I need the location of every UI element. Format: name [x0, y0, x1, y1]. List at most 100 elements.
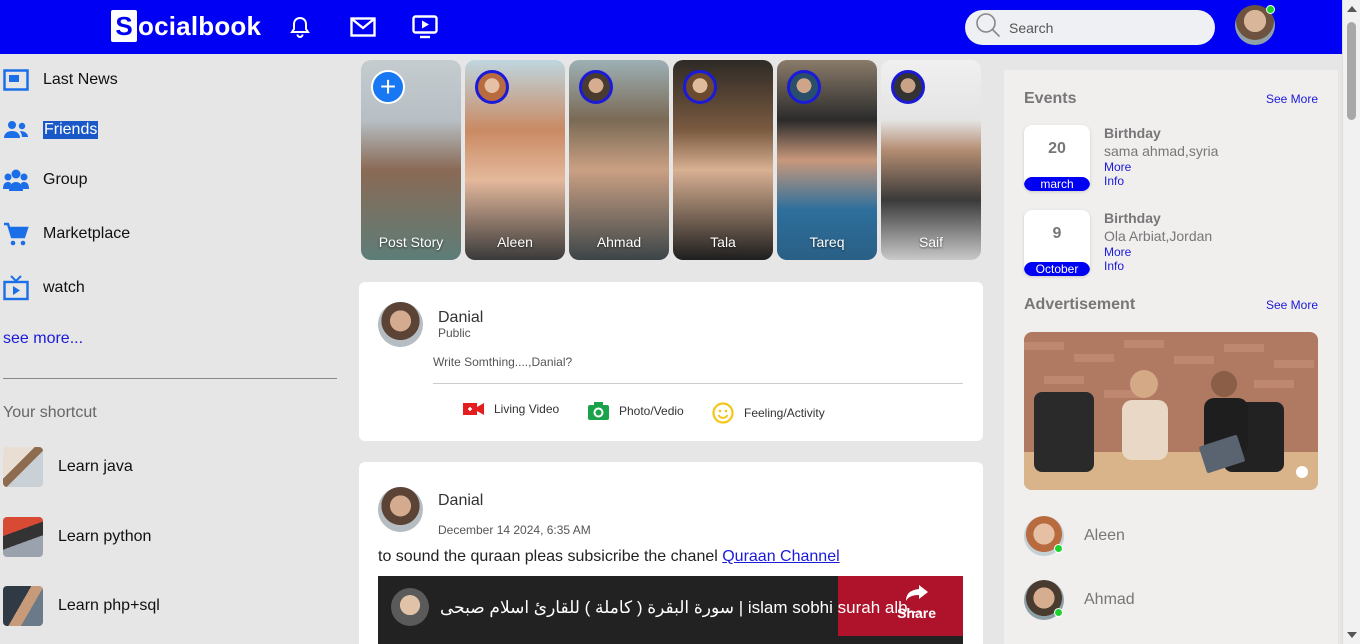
- event-more-info[interactable]: More Info: [1104, 245, 1131, 273]
- sidebar-item-label: Friends: [43, 121, 99, 139]
- story-name: Ahmad: [596, 234, 642, 250]
- sidebar-item-label: Last News: [43, 71, 118, 88]
- video-title[interactable]: سورة البقرة ( كاملة ) للقارئ اسلام صبحى …: [440, 598, 922, 618]
- story-card[interactable]: Saif: [881, 60, 981, 260]
- online-status-dot: [1054, 544, 1063, 553]
- add-story-icon[interactable]: +: [371, 70, 405, 104]
- camera-icon: [588, 402, 609, 420]
- story-card[interactable]: Tareq: [777, 60, 877, 260]
- tv-play-icon[interactable]: [411, 13, 439, 41]
- event-place: Ola Arbiat,Jordan: [1104, 228, 1213, 244]
- embedded-video[interactable]: سورة البقرة ( كاملة ) للقارئ اسلام صبحى …: [378, 576, 963, 644]
- contact-item[interactable]: Aleen: [1024, 516, 1125, 556]
- story-card[interactable]: Aleen: [465, 60, 565, 260]
- event-title: Birthday: [1104, 125, 1161, 141]
- sidebar-item-group[interactable]: Group: [3, 167, 87, 193]
- channel-link[interactable]: Quraan Channel: [722, 548, 839, 565]
- cart-icon: [3, 221, 29, 247]
- event-date: 20 march: [1024, 125, 1090, 191]
- composer-input[interactable]: [433, 355, 963, 384]
- feeling-activity-button[interactable]: Feeling/Activity: [712, 402, 825, 424]
- search-input[interactable]: [1009, 19, 1189, 36]
- post-author-avatar[interactable]: [378, 487, 423, 532]
- mail-icon[interactable]: [349, 13, 377, 41]
- event-month: October: [1024, 262, 1090, 276]
- see-more-link[interactable]: see more...: [3, 330, 83, 348]
- advertisement-heading: Advertisement: [1024, 296, 1136, 313]
- action-label: Feeling/Activity: [744, 406, 825, 420]
- sidebar-item-last-news[interactable]: Last News: [3, 67, 118, 93]
- contact-name: Aleen: [1084, 527, 1125, 544]
- search-box[interactable]: [965, 10, 1215, 45]
- story-name: Tareq: [809, 234, 845, 250]
- photo-video-button[interactable]: Photo/Vedio: [588, 402, 684, 420]
- action-label: Living Video: [494, 402, 560, 416]
- post-author-name[interactable]: Danial: [438, 492, 483, 510]
- shortcut-label: Learn php+sql: [58, 597, 160, 614]
- events-heading: Events: [1024, 90, 1077, 107]
- advertisement-image[interactable]: [1024, 332, 1318, 490]
- contact-avatar: [1024, 580, 1064, 620]
- story-card[interactable]: Tala: [673, 60, 773, 260]
- story-name: Aleen: [497, 234, 533, 250]
- right-sidebar: Events See More 20 march Birthday sama a…: [1004, 70, 1338, 644]
- sidebar-item-watch[interactable]: watch: [3, 275, 85, 301]
- story-avatar: [787, 70, 821, 104]
- friends-icon: [3, 117, 29, 143]
- composer-avatar: [378, 302, 423, 347]
- event-more-info[interactable]: More Info: [1104, 160, 1131, 188]
- story-avatar: [891, 70, 925, 104]
- shortcut-thumbnail: [3, 586, 43, 626]
- sidebar-item-label: watch: [43, 279, 85, 296]
- story-card[interactable]: Ahmad: [569, 60, 669, 260]
- shortcut-thumbnail: [3, 447, 43, 487]
- story-card-post[interactable]: + Post Story: [361, 60, 461, 260]
- post-card: Danial December 14 2024, 6:35 AM to soun…: [359, 462, 983, 644]
- sidebar-item-label: Group: [43, 171, 88, 188]
- online-status-dot: [1266, 5, 1275, 14]
- action-label: Photo/Vedio: [619, 404, 684, 418]
- scroll-down-arrow[interactable]: [1347, 632, 1357, 638]
- share-button[interactable]: Share: [897, 584, 936, 621]
- post-date: December 14 2024, 6:35 AM: [438, 523, 591, 537]
- video-camera-icon: [463, 402, 484, 416]
- story-name: Tala: [710, 234, 736, 250]
- event-place: sama ahmad,syria: [1104, 143, 1219, 159]
- tv-icon: [3, 275, 29, 301]
- post-body: to sound the quraan pleas subsicribe the…: [378, 548, 723, 565]
- share-arrow-icon: [897, 584, 936, 605]
- sidebar-divider: [3, 378, 337, 379]
- group-icon: [3, 167, 29, 193]
- smile-icon: [712, 402, 734, 424]
- story-name: Saif: [918, 234, 944, 250]
- post-composer: Danial Public Living Video Photo/Vedio F…: [359, 282, 983, 441]
- shortcut-heading: Your shortcut: [3, 404, 97, 421]
- live-video-button[interactable]: Living Video: [463, 402, 559, 416]
- composer-user-name: Danial: [438, 309, 484, 326]
- events-see-more[interactable]: See More: [1266, 92, 1318, 106]
- sidebar-item-marketplace[interactable]: Marketplace: [3, 221, 130, 247]
- shortcut-item[interactable]: Learn php+sql: [3, 586, 160, 626]
- channel-avatar[interactable]: [391, 588, 429, 626]
- shortcut-label: Learn python: [58, 528, 152, 545]
- contact-item[interactable]: Ahmad: [1024, 580, 1135, 620]
- shortcut-thumbnail: [3, 517, 43, 557]
- post-text: to sound the quraan pleas subsicribe the…: [378, 548, 840, 566]
- logo[interactable]: S ocialbook: [111, 10, 261, 42]
- logo-letter: S: [111, 10, 137, 42]
- share-label: Share: [897, 605, 936, 621]
- bell-icon[interactable]: [286, 13, 314, 41]
- scroll-thumb[interactable]: [1347, 22, 1356, 120]
- advertisement-see-more[interactable]: See More: [1266, 298, 1318, 312]
- event-day: 9: [1052, 225, 1062, 242]
- contact-avatar: [1024, 516, 1064, 556]
- sidebar-item-friends[interactable]: Friends: [3, 117, 99, 143]
- newspaper-icon: [3, 67, 29, 93]
- scroll-up-arrow[interactable]: [1347, 6, 1357, 12]
- page-scrollbar[interactable]: [1342, 0, 1360, 644]
- story-avatar: [683, 70, 717, 104]
- shortcut-item[interactable]: Learn python: [3, 517, 151, 557]
- shortcut-item[interactable]: Learn java: [3, 447, 133, 487]
- online-status-dot: [1054, 608, 1063, 617]
- contact-name: Ahmad: [1084, 591, 1135, 608]
